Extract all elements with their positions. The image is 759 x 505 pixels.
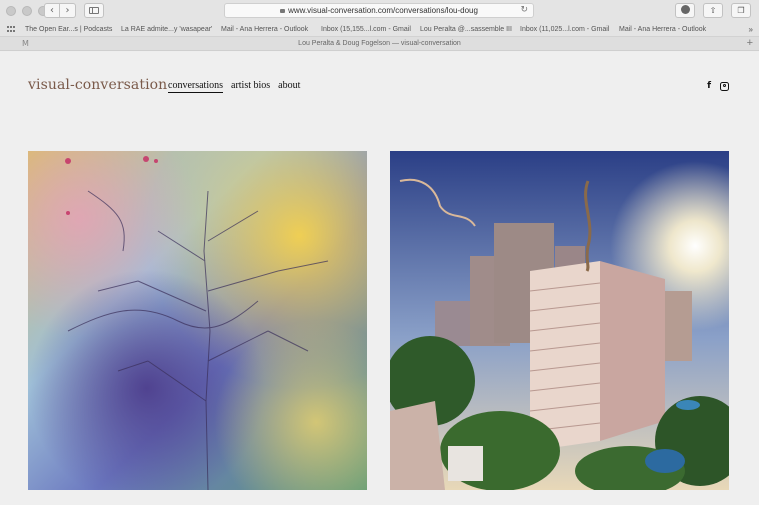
- bookmark-item[interactable]: Inbox (15,155...l.com - Gmail: [321, 22, 411, 36]
- grid-icon[interactable]: [7, 26, 16, 33]
- url-text: www.visual-conversation.com/conversation…: [288, 6, 478, 15]
- bookmark-item[interactable]: La RAE admite...y 'wasapear': [121, 22, 212, 36]
- downloads-button[interactable]: [675, 3, 695, 18]
- download-icon: [680, 5, 690, 14]
- bookmark-item[interactable]: The Open Ear...s | Podcasts: [25, 22, 112, 36]
- tab-bar: M Lou Peralta & Doug Fogelson — visual-c…: [0, 37, 759, 51]
- tabs-icon: ❐: [737, 6, 745, 15]
- window-controls: [6, 6, 48, 16]
- more-bookmarks-icon[interactable]: »: [749, 22, 753, 36]
- address-bar[interactable]: www.visual-conversation.com/conversation…: [224, 3, 534, 18]
- nav-item-artist-bios[interactable]: artist bios: [231, 80, 270, 93]
- sidebar-toggle-button[interactable]: [84, 3, 104, 18]
- nav-item-conversations[interactable]: conversations: [168, 80, 223, 93]
- reload-icon[interactable]: ↻: [520, 4, 528, 17]
- nav-item-about[interactable]: about: [278, 80, 300, 93]
- chevron-left-icon: ‹: [50, 5, 54, 16]
- city-building-photo[interactable]: [390, 151, 729, 490]
- forward-button[interactable]: ›: [60, 3, 76, 18]
- sidebar-icon: [89, 7, 99, 14]
- chevron-right-icon: ›: [65, 5, 70, 16]
- tabs-overview-button[interactable]: ❐: [731, 3, 751, 18]
- social-links: f: [707, 81, 729, 91]
- bookmarks-bar: The Open Ear...s | Podcasts La RAE admit…: [0, 22, 759, 37]
- new-tab-button[interactable]: +: [747, 37, 753, 50]
- lock-icon: [280, 9, 286, 13]
- facebook-icon[interactable]: f: [707, 81, 711, 91]
- browser-toolbar: ‹ › www.visual-conversation.com/conversa…: [0, 0, 759, 22]
- tab-active[interactable]: Lou Peralta & Doug Fogelson — visual-con…: [0, 37, 759, 51]
- back-button[interactable]: ‹: [44, 3, 60, 18]
- bookmark-item[interactable]: Mail - Ana Herrera - Outlook: [221, 22, 308, 36]
- share-icon: ⇧: [709, 6, 717, 15]
- abstract-tree-artwork[interactable]: [28, 151, 367, 490]
- web-page: visual-conversation conversations artist…: [0, 52, 759, 505]
- share-button[interactable]: ⇧: [703, 3, 723, 18]
- bookmark-item[interactable]: Inbox (11,025...l.com - Gmail: [520, 22, 609, 36]
- bookmark-item[interactable]: Lou Peralta @...sassemble III: [420, 22, 512, 36]
- site-logo[interactable]: visual-conversation: [28, 77, 167, 93]
- minimize-window-button[interactable]: [22, 6, 32, 16]
- site-nav: conversations artist bios about: [168, 80, 300, 93]
- close-window-button[interactable]: [6, 6, 16, 16]
- instagram-icon[interactable]: [720, 81, 729, 91]
- bookmark-item[interactable]: Mail - Ana Herrera - Outlook: [619, 22, 706, 36]
